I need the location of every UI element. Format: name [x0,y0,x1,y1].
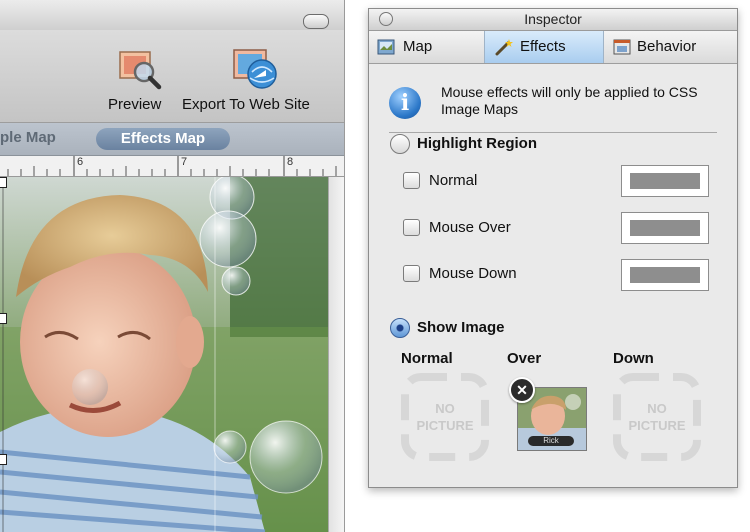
boy-photo [0,177,328,532]
info-icon: i [389,87,421,119]
column-over: Over [507,350,542,367]
map-icon [377,39,395,55]
export-globe-icon [233,49,277,89]
info-text: Mouse effects will only be applied to CS… [441,84,698,117]
ruler-mark: 7 [181,156,188,168]
down-image-well[interactable]: NO PICTURE [613,373,701,461]
no-picture-text: PICTURE [416,418,474,433]
over-image-caption: Rick [528,436,574,446]
vertical-scrollbar[interactable] [328,177,344,532]
close-icon[interactable] [379,12,393,26]
mouse-down-label: Mouse Down [429,265,517,282]
normal-color-fill [630,173,700,189]
pill-toolbar-icon[interactable] [303,14,329,29]
tab-effects-label: Effects [520,38,566,55]
mouse-over-color-fill [630,220,700,236]
preview-magnifier-icon [119,51,162,90]
effects-wand-icon [495,39,513,56]
remove-x-icon[interactable]: ✕ [509,377,535,403]
highlight-region-label: Highlight Region [417,135,537,152]
ruler-mark: 6 [77,156,84,168]
no-picture-text: NO [647,401,667,416]
normal-image-well[interactable]: NO PICTURE [401,373,489,461]
show-image-radio[interactable] [390,318,410,338]
normal-label: Normal [429,172,478,189]
no-picture-text: PICTURE [628,418,686,433]
tab-map[interactable]: Map [369,31,484,63]
inspector-panel: Inspector Map Effects Behavior i Mouse e… [368,8,738,488]
mouse-down-color-swatch[interactable] [621,259,709,291]
export-button[interactable]: Export To Web Site [182,48,332,118]
no-picture-frame [401,373,489,461]
map-tabstrip: ple Map Effects Map [0,123,344,156]
behavior-window-icon [613,39,631,55]
mouse-over-label: Mouse Over [429,219,511,236]
main-window: Preview Export To Web Site ple Map Effec… [0,0,345,532]
inspector-title: Inspector [524,11,582,27]
inspector-titlebar: Inspector [369,9,737,31]
main-toolbar: Preview Export To Web Site [0,30,344,123]
ruler-mark: 8 [287,156,294,168]
selection-handle[interactable] [0,177,7,188]
info-row: i Mouse effects will only be applied to … [389,81,719,125]
export-label: Export To Web Site [182,96,310,113]
mouse-down-color-fill [630,267,700,283]
normal-checkbox[interactable] [403,172,420,189]
normal-color-swatch[interactable] [621,165,709,197]
tab-effects-map[interactable]: Effects Map [96,128,230,150]
image-canvas[interactable] [0,177,328,532]
tab-effects[interactable]: Effects [484,31,604,63]
preview-button[interactable]: Preview [108,48,170,118]
tab-map-label: Map [403,38,433,55]
tab-behavior-label: Behavior [637,38,697,55]
selection-handle[interactable] [0,454,7,465]
column-down: Down [613,350,654,367]
main-titlebar [0,0,344,30]
inspector-tabs: Map Effects Behavior [369,31,737,64]
no-picture-text: NO [435,401,455,416]
show-image-label: Show Image [417,319,505,336]
mouse-over-checkbox[interactable] [403,219,420,236]
highlight-region-radio[interactable] [390,134,410,154]
mouse-down-checkbox[interactable] [403,265,420,282]
preview-label: Preview [108,96,162,113]
mouse-over-color-swatch[interactable] [621,212,709,244]
divider [389,132,717,133]
column-normal: Normal [401,350,453,367]
ruler: 6 7 8 [0,156,344,177]
tab-simple-map[interactable]: ple Map [0,129,56,146]
selection-handle[interactable] [0,313,7,324]
tab-behavior[interactable]: Behavior [603,31,737,63]
no-picture-frame [613,373,701,461]
